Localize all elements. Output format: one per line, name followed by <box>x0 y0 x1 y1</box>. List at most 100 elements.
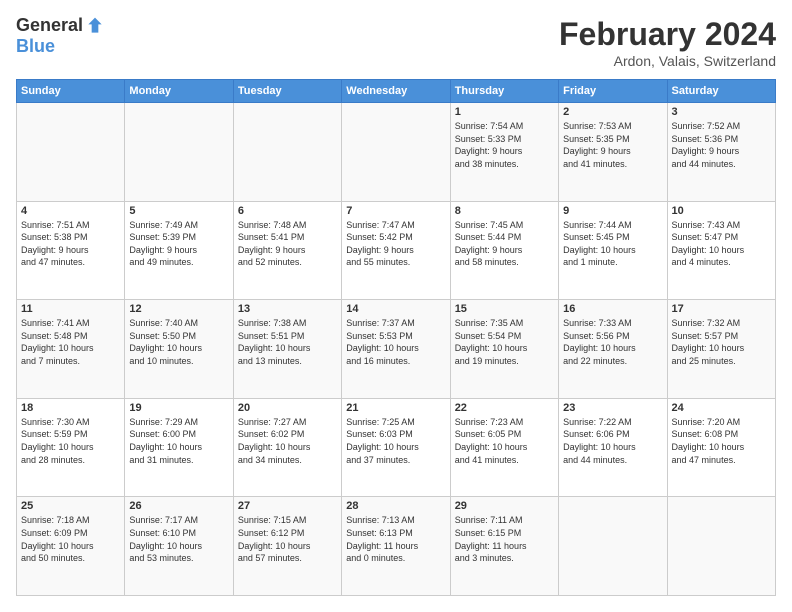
day-number: 17 <box>672 303 771 315</box>
logo-text: General <box>16 16 83 36</box>
day-cell: 1 Sunrise: 7:54 AM Sunset: 5:33 PM Daylig… <box>450 103 558 202</box>
day-info: Sunrise: 7:17 AM Sunset: 6:10 PM Dayligh… <box>129 514 228 564</box>
day-cell: 19 Sunrise: 7:29 AM Sunset: 6:00 PM Dayli… <box>125 398 233 497</box>
day-number: 20 <box>238 402 337 414</box>
day-cell: 28 Sunrise: 7:13 AM Sunset: 6:13 PM Dayli… <box>342 497 450 596</box>
day-cell: 14 Sunrise: 7:37 AM Sunset: 5:53 PM Dayli… <box>342 300 450 399</box>
day-info: Sunrise: 7:27 AM Sunset: 6:02 PM Dayligh… <box>238 416 337 466</box>
day-cell: 8 Sunrise: 7:45 AM Sunset: 5:44 PM Daylig… <box>450 201 558 300</box>
day-cell <box>17 103 125 202</box>
day-cell: 17 Sunrise: 7:32 AM Sunset: 5:57 PM Dayli… <box>667 300 775 399</box>
day-cell: 3Sunrise: 7:52 AM Sunset: 5:36 PM Daylig… <box>667 103 775 202</box>
day-info: Sunrise: 7:54 AM Sunset: 5:33 PM Dayligh… <box>455 120 554 170</box>
day-info: Sunrise: 7:11 AM Sunset: 6:15 PM Dayligh… <box>455 514 554 564</box>
day-info: Sunrise: 7:40 AM Sunset: 5:50 PM Dayligh… <box>129 317 228 367</box>
day-cell <box>342 103 450 202</box>
day-cell: 5 Sunrise: 7:49 AM Sunset: 5:39 PM Daylig… <box>125 201 233 300</box>
day-cell: 29 Sunrise: 7:11 AM Sunset: 6:15 PM Dayli… <box>450 497 558 596</box>
week-row-5: 25Sunrise: 7:18 AM Sunset: 6:09 PM Dayli… <box>17 497 776 596</box>
day-info: Sunrise: 7:45 AM Sunset: 5:44 PM Dayligh… <box>455 219 554 269</box>
day-number: 8 <box>455 205 554 217</box>
col-header-monday: Monday <box>125 80 233 103</box>
day-cell: 18Sunrise: 7:30 AM Sunset: 5:59 PM Dayli… <box>17 398 125 497</box>
day-info: Sunrise: 7:51 AM Sunset: 5:38 PM Dayligh… <box>21 219 120 269</box>
day-cell: 25Sunrise: 7:18 AM Sunset: 6:09 PM Dayli… <box>17 497 125 596</box>
col-header-thursday: Thursday <box>450 80 558 103</box>
day-info: Sunrise: 7:43 AM Sunset: 5:47 PM Dayligh… <box>672 219 771 269</box>
day-info: Sunrise: 7:25 AM Sunset: 6:03 PM Dayligh… <box>346 416 445 466</box>
day-cell: 2Sunrise: 7:53 AM Sunset: 5:35 PM Daylig… <box>559 103 667 202</box>
day-number: 1 <box>455 106 554 118</box>
day-info: Sunrise: 7:20 AM Sunset: 6:08 PM Dayligh… <box>672 416 771 466</box>
week-row-4: 18Sunrise: 7:30 AM Sunset: 5:59 PM Dayli… <box>17 398 776 497</box>
day-number: 25 <box>21 500 120 512</box>
day-number: 24 <box>672 402 771 414</box>
day-info: Sunrise: 7:13 AM Sunset: 6:13 PM Dayligh… <box>346 514 445 564</box>
logo-icon <box>85 16 105 36</box>
day-cell: 9 Sunrise: 7:44 AM Sunset: 5:45 PM Daylig… <box>559 201 667 300</box>
day-info: Sunrise: 7:41 AM Sunset: 5:48 PM Dayligh… <box>21 317 120 367</box>
day-cell <box>233 103 341 202</box>
day-number: 5 <box>129 205 228 217</box>
day-info: Sunrise: 7:38 AM Sunset: 5:51 PM Dayligh… <box>238 317 337 367</box>
day-number: 28 <box>346 500 445 512</box>
day-number: 27 <box>238 500 337 512</box>
day-number: 12 <box>129 303 228 315</box>
day-info: Sunrise: 7:49 AM Sunset: 5:39 PM Dayligh… <box>129 219 228 269</box>
day-info: Sunrise: 7:23 AM Sunset: 6:05 PM Dayligh… <box>455 416 554 466</box>
day-cell: 11 Sunrise: 7:41 AM Sunset: 5:48 PM Dayli… <box>17 300 125 399</box>
day-cell: 24 Sunrise: 7:20 AM Sunset: 6:08 PM Dayli… <box>667 398 775 497</box>
day-info: Sunrise: 7:44 AM Sunset: 5:45 PM Dayligh… <box>563 219 662 269</box>
day-cell: 27Sunrise: 7:15 AM Sunset: 6:12 PM Dayli… <box>233 497 341 596</box>
day-info: Sunrise: 7:37 AM Sunset: 5:53 PM Dayligh… <box>346 317 445 367</box>
day-cell: 22 Sunrise: 7:23 AM Sunset: 6:05 PM Dayli… <box>450 398 558 497</box>
day-cell: 21 Sunrise: 7:25 AM Sunset: 6:03 PM Dayli… <box>342 398 450 497</box>
day-number: 9 <box>563 205 662 217</box>
location: Ardon, Valais, Switzerland <box>559 53 776 69</box>
day-number: 14 <box>346 303 445 315</box>
calendar-table: SundayMondayTuesdayWednesdayThursdayFrid… <box>16 79 776 596</box>
day-info: Sunrise: 7:53 AM Sunset: 5:35 PM Dayligh… <box>563 120 662 170</box>
day-number: 23 <box>563 402 662 414</box>
day-cell: 16 Sunrise: 7:33 AM Sunset: 5:56 PM Dayli… <box>559 300 667 399</box>
day-cell: 7 Sunrise: 7:47 AM Sunset: 5:42 PM Daylig… <box>342 201 450 300</box>
month-title: February 2024 <box>559 16 776 53</box>
col-header-wednesday: Wednesday <box>342 80 450 103</box>
day-number: 29 <box>455 500 554 512</box>
day-number: 22 <box>455 402 554 414</box>
day-cell <box>559 497 667 596</box>
day-info: Sunrise: 7:29 AM Sunset: 6:00 PM Dayligh… <box>129 416 228 466</box>
col-header-sunday: Sunday <box>17 80 125 103</box>
day-info: Sunrise: 7:35 AM Sunset: 5:54 PM Dayligh… <box>455 317 554 367</box>
header-row: SundayMondayTuesdayWednesdayThursdayFrid… <box>17 80 776 103</box>
day-cell: 4 Sunrise: 7:51 AM Sunset: 5:38 PM Daylig… <box>17 201 125 300</box>
day-cell: 20 Sunrise: 7:27 AM Sunset: 6:02 PM Dayli… <box>233 398 341 497</box>
day-info: Sunrise: 7:33 AM Sunset: 5:56 PM Dayligh… <box>563 317 662 367</box>
logo-blue: Blue <box>16 36 105 57</box>
day-info: Sunrise: 7:52 AM Sunset: 5:36 PM Dayligh… <box>672 120 771 170</box>
day-number: 21 <box>346 402 445 414</box>
day-cell: 6Sunrise: 7:48 AM Sunset: 5:41 PM Daylig… <box>233 201 341 300</box>
day-cell <box>125 103 233 202</box>
day-number: 4 <box>21 205 120 217</box>
header: General Blue February 2024 Ardon, Valais… <box>16 16 776 69</box>
day-info: Sunrise: 7:47 AM Sunset: 5:42 PM Dayligh… <box>346 219 445 269</box>
day-number: 10 <box>672 205 771 217</box>
day-info: Sunrise: 7:32 AM Sunset: 5:57 PM Dayligh… <box>672 317 771 367</box>
week-row-1: 1 Sunrise: 7:54 AM Sunset: 5:33 PM Daylig… <box>17 103 776 202</box>
col-header-saturday: Saturday <box>667 80 775 103</box>
logo: General Blue <box>16 16 105 57</box>
day-number: 16 <box>563 303 662 315</box>
day-cell: 26Sunrise: 7:17 AM Sunset: 6:10 PM Dayli… <box>125 497 233 596</box>
day-number: 19 <box>129 402 228 414</box>
day-number: 11 <box>21 303 120 315</box>
page: General Blue February 2024 Ardon, Valais… <box>0 0 792 612</box>
day-cell: 10 Sunrise: 7:43 AM Sunset: 5:47 PM Dayli… <box>667 201 775 300</box>
week-row-2: 4 Sunrise: 7:51 AM Sunset: 5:38 PM Daylig… <box>17 201 776 300</box>
day-number: 18 <box>21 402 120 414</box>
day-number: 7 <box>346 205 445 217</box>
title-block: February 2024 Ardon, Valais, Switzerland <box>559 16 776 69</box>
day-info: Sunrise: 7:22 AM Sunset: 6:06 PM Dayligh… <box>563 416 662 466</box>
day-number: 13 <box>238 303 337 315</box>
col-header-tuesday: Tuesday <box>233 80 341 103</box>
